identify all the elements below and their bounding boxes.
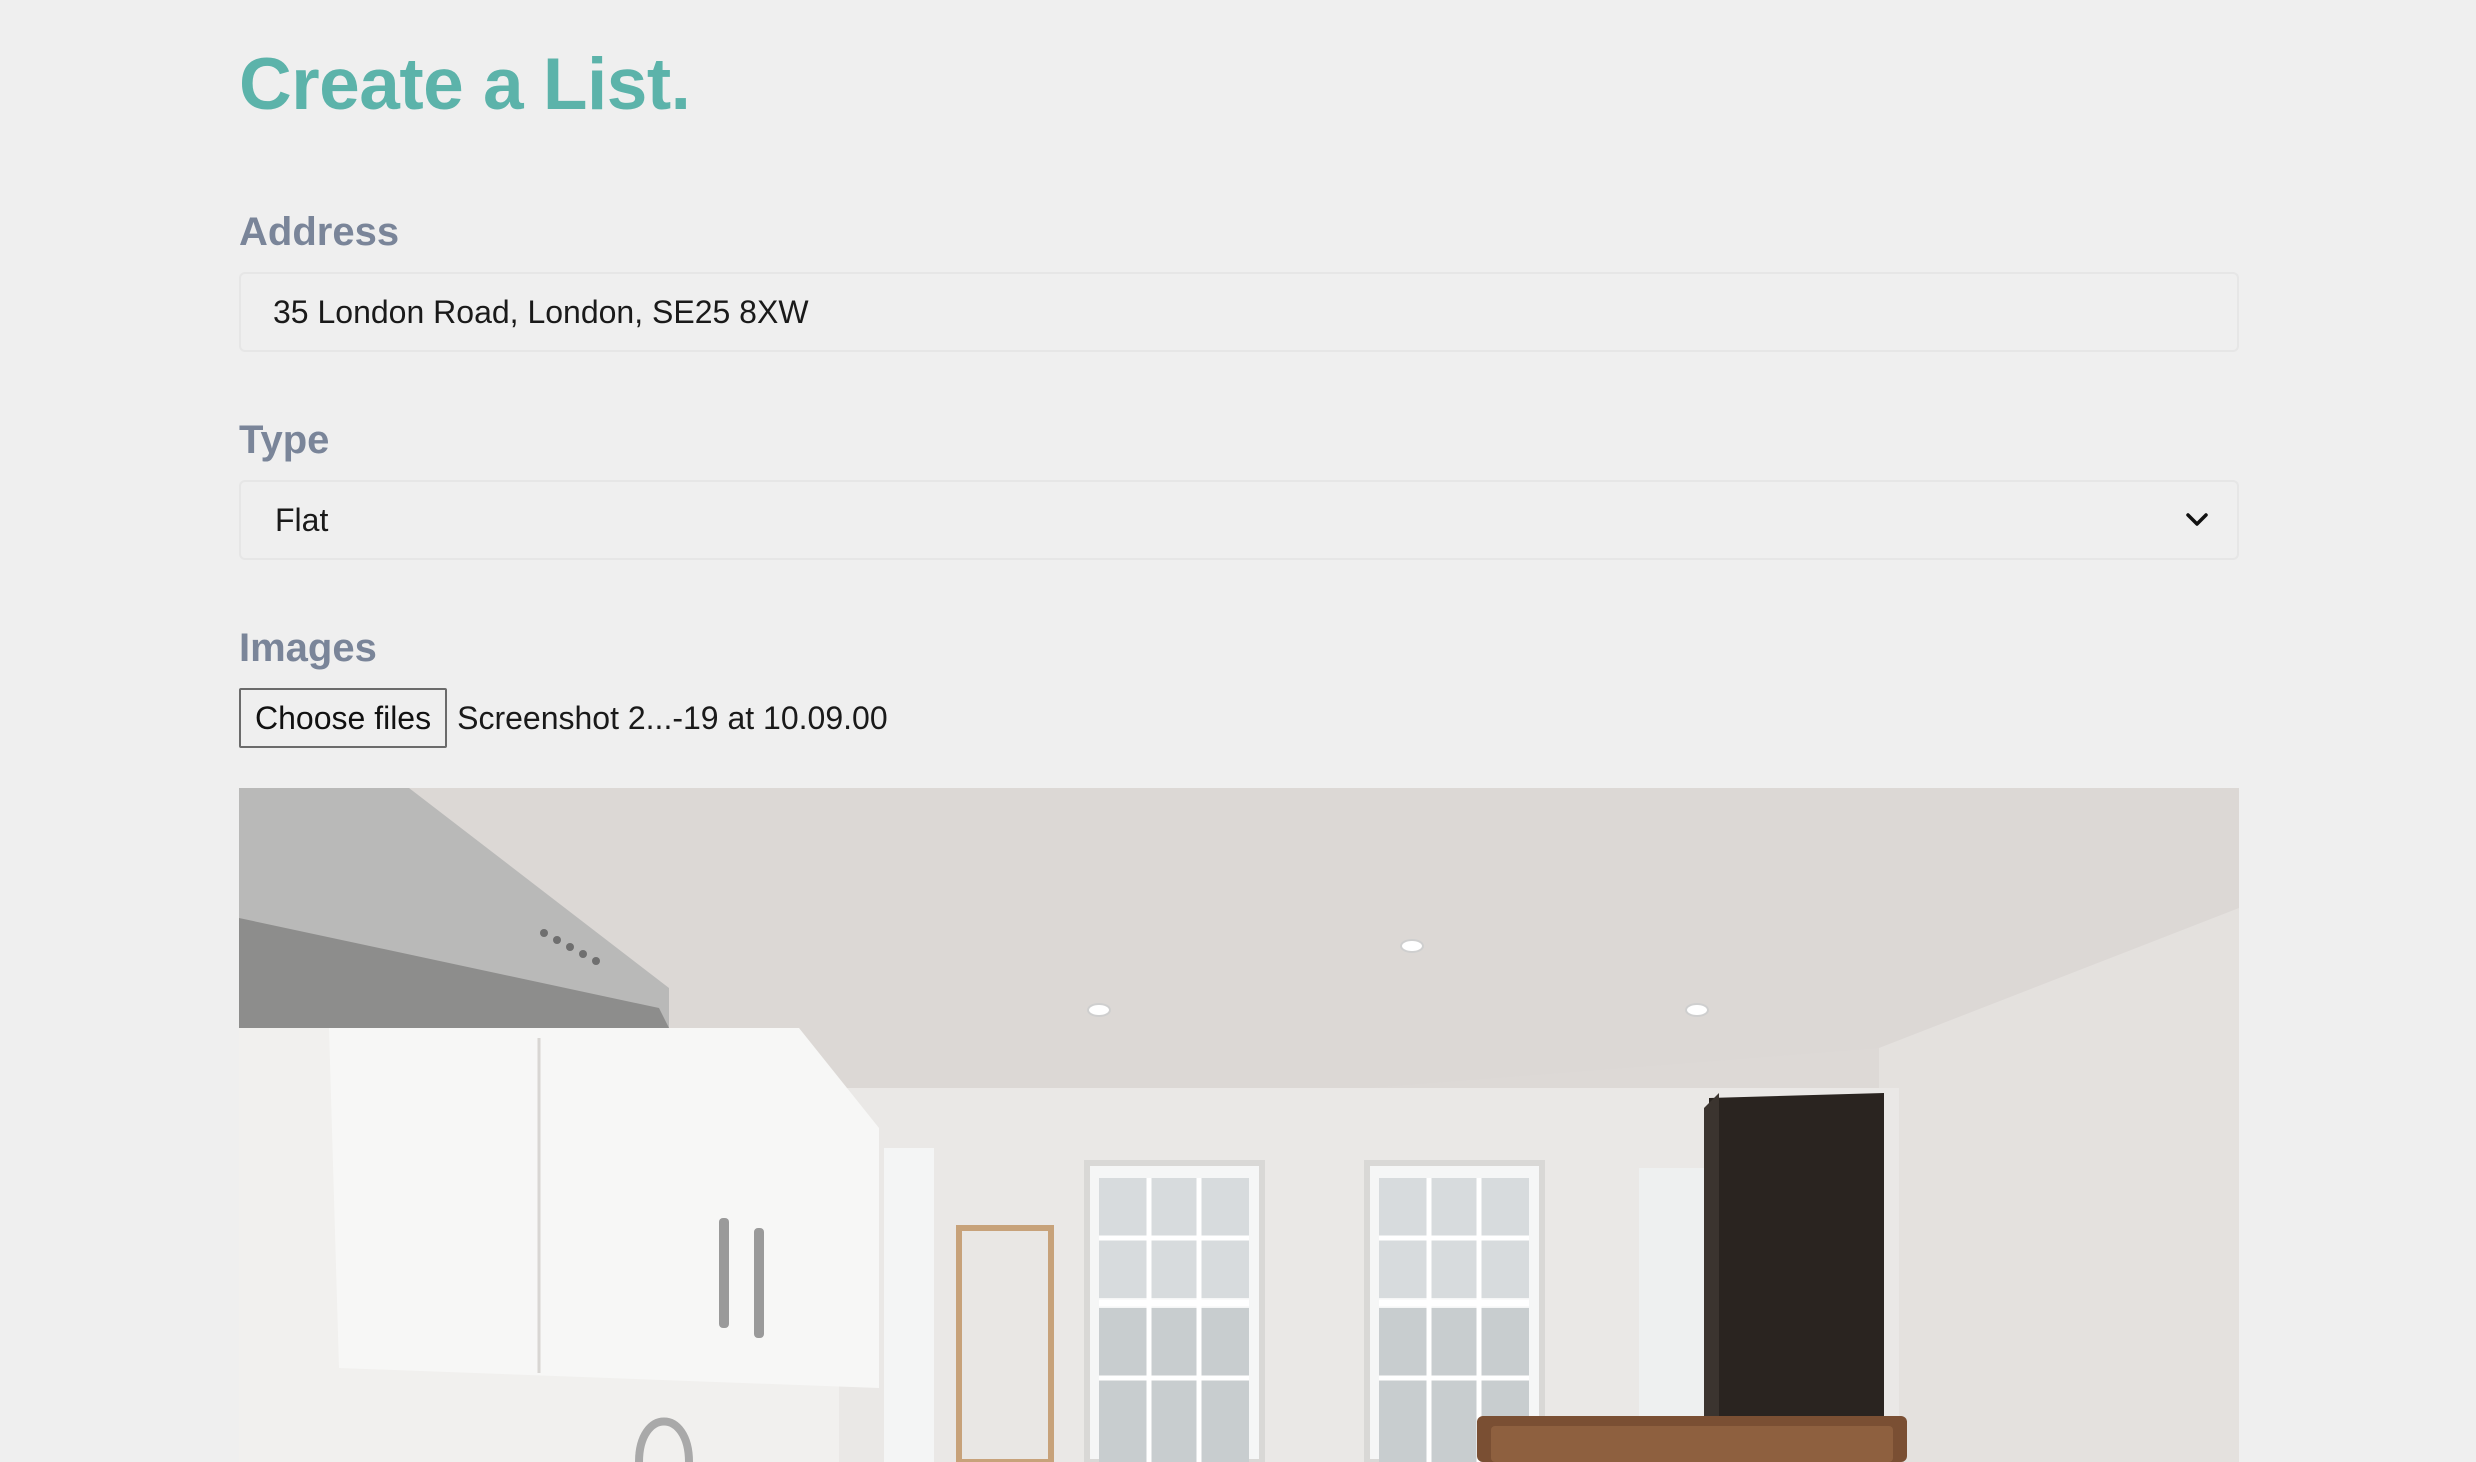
page-title: Create a List. [239,44,691,125]
chevron-down-icon [2183,506,2211,534]
choose-files-button[interactable]: Choose files [239,688,448,748]
kitchen-photo [239,788,2239,1462]
selected-file-name: Screenshot 2...-19 at 10.09.00 [457,699,888,736]
image-preview [239,788,2239,1462]
address-input[interactable] [239,272,2239,352]
images-label: Images [239,626,377,670]
type-label: Type [239,418,330,462]
address-label: Address [239,210,400,254]
type-select[interactable]: Flat [239,480,2239,560]
type-select-value: Flat [275,501,329,538]
file-input: Choose files Screenshot 2...-19 at 10.09… [239,688,888,748]
